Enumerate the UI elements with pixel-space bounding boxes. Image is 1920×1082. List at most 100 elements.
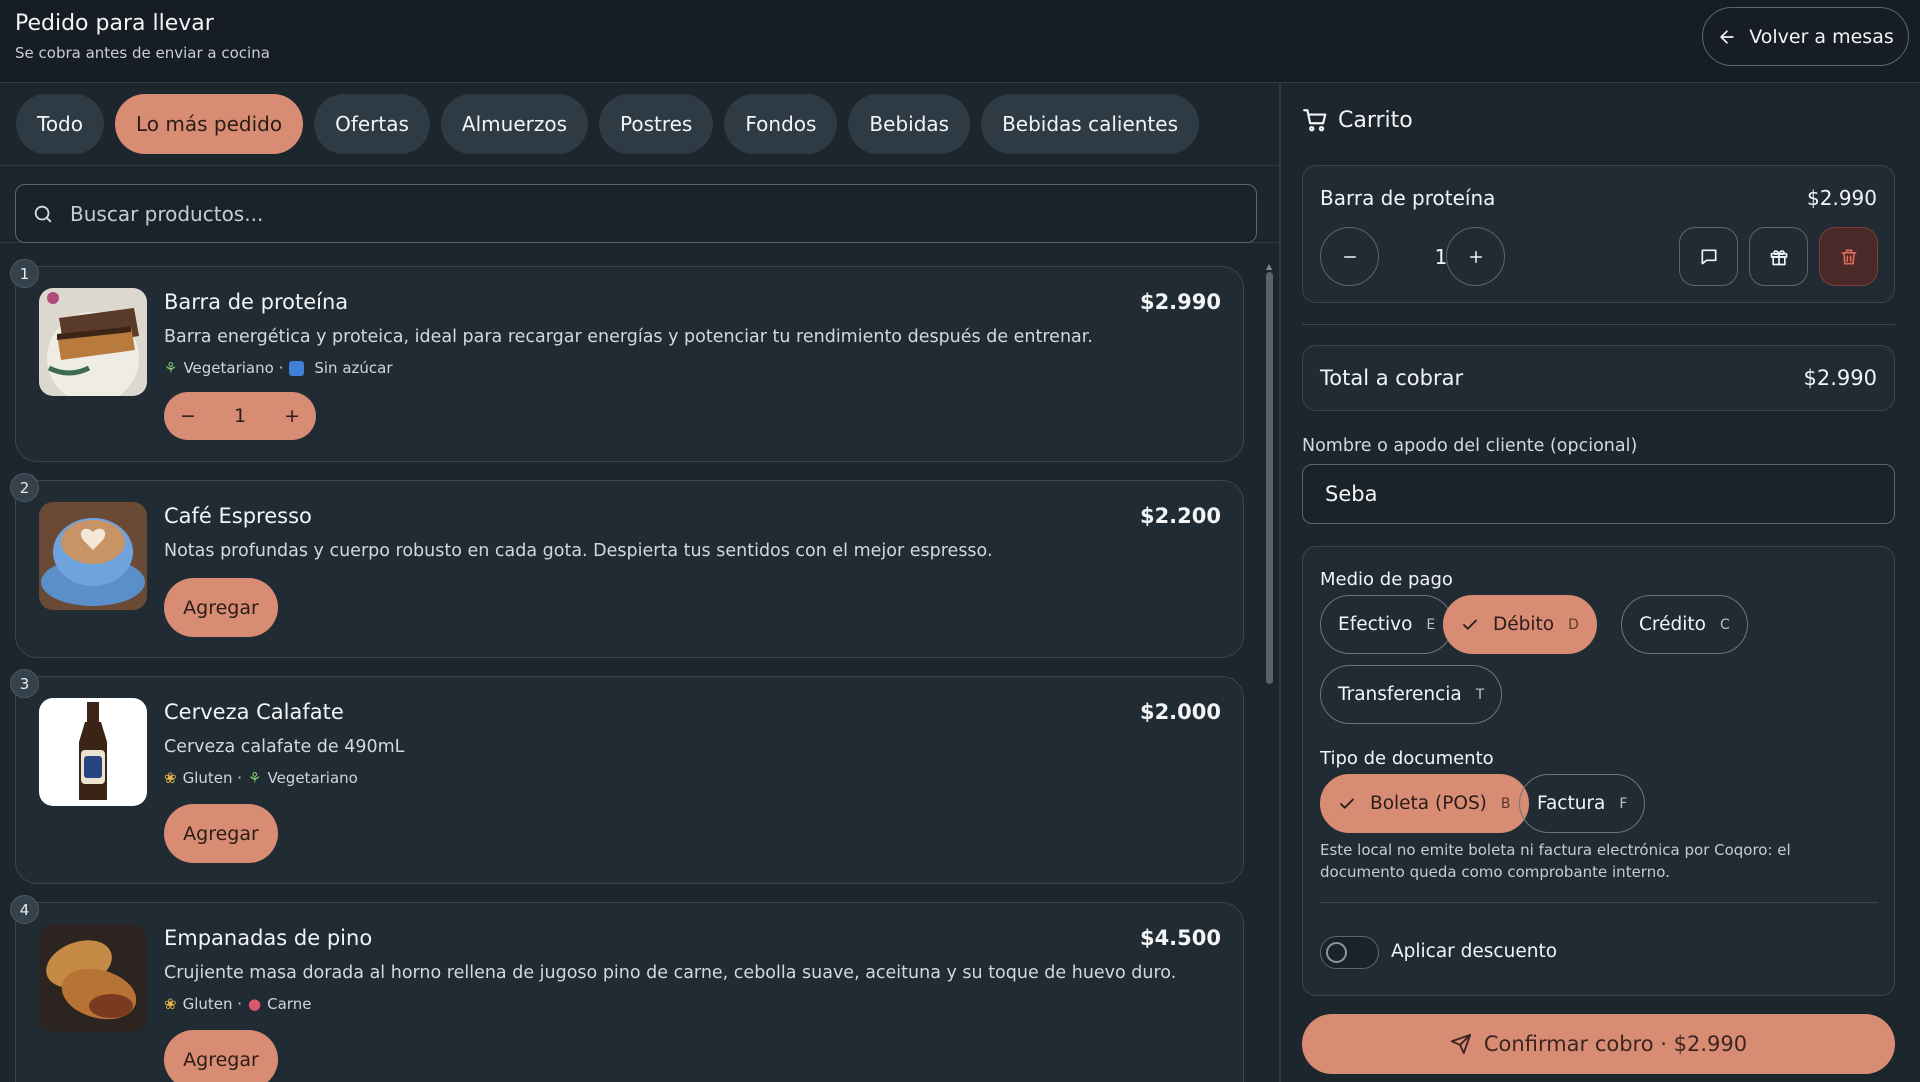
payment-option-debito[interactable]: Débito D — [1443, 595, 1597, 654]
comment-icon — [1701, 249, 1716, 264]
product-image-beer — [39, 698, 147, 806]
cart-panel: Carrito Barra de proteína $2.990 1 Total… — [1281, 84, 1920, 1082]
cart-icon — [1303, 109, 1327, 132]
option-label: Transferencia — [1338, 684, 1462, 705]
document-type-label: Tipo de documento — [1320, 748, 1494, 769]
product-price: $2.200 — [1139, 504, 1221, 528]
category-chip-todo[interactable]: Todo — [16, 94, 104, 154]
tag-label: Gluten · — [182, 769, 243, 787]
payment-option-credito[interactable]: Crédito C — [1621, 595, 1748, 654]
payment-option-efectivo[interactable]: Efectivo E — [1320, 595, 1454, 654]
product-description: Notas profundas y cuerpo robusto en cada… — [164, 541, 993, 561]
product-description: Cerveza calafate de 490mL — [164, 737, 405, 757]
category-chip-fondos[interactable]: Fondos — [724, 94, 838, 154]
product-card[interactable]: 3 Cerveza Calafate $2.000 Cerveza calafa… — [10, 669, 1244, 884]
product-image-espresso — [39, 502, 147, 610]
category-chip-lo-mas-pedido[interactable]: Lo más pedido — [115, 94, 304, 154]
toggle-knob — [1326, 942, 1347, 963]
product-description: Crujiente masa dorada al horno rellena d… — [164, 963, 1177, 983]
search-input[interactable]: Buscar productos... — [15, 184, 1257, 243]
trash-icon — [1841, 249, 1856, 264]
option-label: Débito — [1493, 614, 1555, 635]
product-name: Empanadas de pino — [164, 926, 373, 950]
search-icon — [34, 205, 52, 222]
add-note-button[interactable] — [1679, 227, 1738, 286]
send-icon — [1450, 1033, 1471, 1055]
shortcut-key: D — [1568, 616, 1579, 633]
product-name: Café Espresso — [164, 504, 312, 528]
shortcut-key: T — [1475, 686, 1485, 703]
option-label: Boleta (POS) — [1370, 793, 1487, 814]
product-name: Cerveza Calafate — [164, 700, 344, 724]
wheat-icon: ❀ — [164, 769, 177, 787]
check-icon — [1463, 619, 1477, 630]
client-name-input[interactable]: Seba — [1302, 464, 1895, 524]
document-option-factura[interactable]: Factura F — [1519, 774, 1646, 833]
page-title: Pedido para llevar — [15, 11, 214, 36]
product-index: 2 — [10, 473, 39, 502]
total-value: $2.990 — [1803, 366, 1877, 390]
total-box: Total a cobrar $2.990 — [1302, 345, 1895, 411]
product-panel: Todo Lo más pedido Ofertas Almuerzos Pos… — [0, 84, 1279, 1082]
product-image-empanadas — [39, 924, 147, 1032]
increase-quantity-button[interactable] — [1446, 227, 1505, 286]
category-tabs: Todo Lo más pedido Ofertas Almuerzos Pos… — [0, 84, 1279, 166]
arrow-left-icon — [1720, 29, 1734, 44]
meat-icon: ● — [248, 995, 262, 1013]
tag-label: Gluten · — [182, 995, 243, 1013]
minus-icon[interactable]: − — [180, 405, 196, 427]
product-price: $2.990 — [1139, 290, 1221, 314]
cart-title: Carrito — [1338, 107, 1413, 133]
product-index: 1 — [10, 259, 39, 288]
add-button[interactable]: Agregar — [164, 578, 278, 637]
confirm-payment-button[interactable]: Confirmar cobro · $2.990 — [1302, 1014, 1895, 1074]
add-button[interactable]: Agregar — [164, 1030, 278, 1082]
divider — [1302, 324, 1895, 325]
category-chip-bebidas[interactable]: Bebidas — [848, 94, 971, 154]
product-name: Barra de proteína — [164, 290, 349, 314]
discount-toggle[interactable] — [1320, 936, 1379, 969]
free-badge-icon — [289, 360, 305, 376]
option-label: Crédito — [1639, 614, 1706, 635]
top-bar: Pedido para llevar Se cobra antes de env… — [0, 0, 1920, 83]
product-card[interactable]: 4 Empanadas de pino $4.500 Crujiente mas… — [10, 895, 1244, 1082]
back-to-tables-button[interactable]: Volver a mesas — [1702, 7, 1909, 66]
product-index: 4 — [10, 895, 39, 924]
product-quantity: 1 — [233, 405, 247, 427]
category-chip-postres[interactable]: Postres — [599, 94, 714, 154]
cart-header: Carrito — [1302, 107, 1413, 133]
plus-icon[interactable]: + — [284, 405, 300, 427]
product-list-scrollbar[interactable] — [1266, 272, 1273, 684]
product-tags: ❀ Gluten · ● Carne — [164, 995, 311, 1013]
product-price: $4.500 — [1139, 926, 1221, 950]
product-card[interactable]: 2 Café Espresso $2.200 Notas profundas y… — [10, 473, 1244, 658]
decrease-quantity-button[interactable] — [1320, 227, 1379, 286]
payment-section: Medio de pago Efectivo E Débito D Crédit… — [1302, 546, 1895, 996]
seedling-icon: ⚘ — [164, 359, 178, 377]
product-index: 3 — [10, 669, 39, 698]
delete-item-button[interactable] — [1819, 227, 1878, 286]
payment-method-label: Medio de pago — [1320, 569, 1453, 590]
wheat-icon: ❀ — [164, 995, 177, 1013]
document-note: Este local no emite boleta ni factura el… — [1320, 841, 1791, 881]
category-chip-ofertas[interactable]: Ofertas — [314, 94, 430, 154]
category-chip-almuerzos[interactable]: Almuerzos — [440, 94, 588, 154]
document-option-boleta[interactable]: Boleta (POS) B — [1320, 774, 1529, 833]
option-label: Factura — [1537, 793, 1606, 814]
payment-option-transferencia[interactable]: Transferencia T — [1320, 665, 1503, 724]
shortcut-key: B — [1500, 795, 1511, 812]
tag-label: Vegetariano — [267, 769, 358, 787]
gift-button[interactable] — [1749, 227, 1808, 286]
product-image-protein-bar — [39, 288, 147, 396]
client-name-label: Nombre o apodo del cliente (opcional) — [1302, 436, 1638, 456]
add-button[interactable]: Agregar — [164, 804, 278, 863]
product-card[interactable]: 1 Barra de proteína $2.990 Barra energét… — [10, 259, 1244, 462]
category-chip-bebidas-calientes[interactable]: Bebidas calientes — [981, 94, 1199, 154]
shortcut-key: C — [1719, 616, 1730, 633]
scroll-up-arrow[interactable]: ▲ — [1266, 262, 1274, 271]
shortcut-key: F — [1619, 795, 1628, 812]
product-price: $2.000 — [1139, 700, 1221, 724]
product-quantity-stepper: − 1 + — [164, 392, 316, 440]
cart-item-name: Barra de proteína — [1320, 186, 1496, 210]
tag-label: Vegetariano · — [183, 359, 284, 377]
